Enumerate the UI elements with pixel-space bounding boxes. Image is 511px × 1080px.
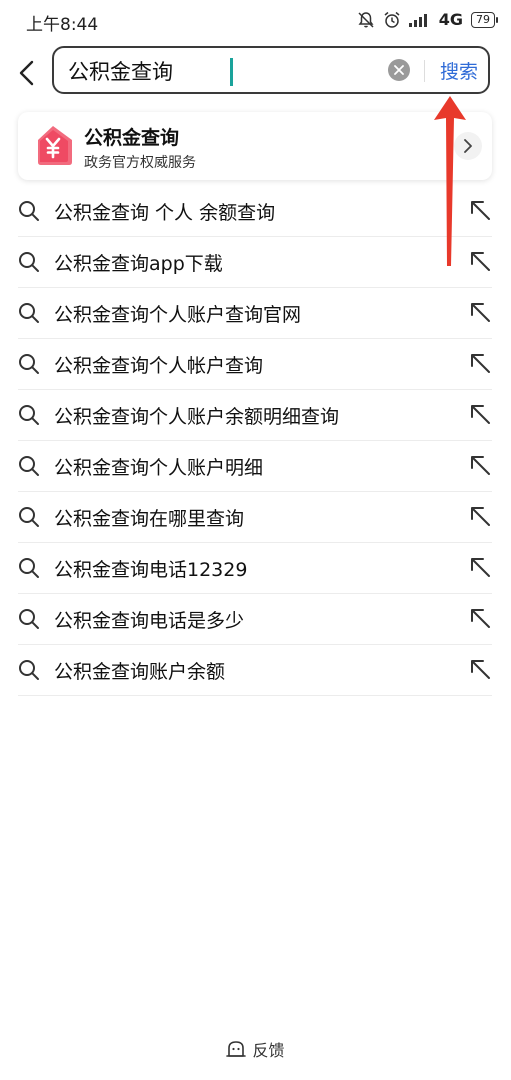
- suggestion-list: 公积金查询 个人 余额查询 公积金查询app下载 公积金查询个人账户查询官网 公…: [18, 186, 492, 696]
- network-type: 4G: [438, 10, 463, 29]
- suggestion-text: 公积金查询app下载: [54, 253, 223, 275]
- search-divider: [424, 60, 425, 82]
- search-icon: [19, 252, 39, 272]
- battery-level: 79: [476, 12, 490, 26]
- suggestion-text: 公积金查询电话12329: [54, 559, 248, 581]
- feedback-label: 反馈: [252, 1041, 285, 1060]
- fill-query-arrow-icon[interactable]: [468, 250, 492, 274]
- fill-query-arrow-icon[interactable]: [468, 607, 492, 631]
- suggestion-item[interactable]: 公积金查询在哪里查询: [18, 492, 492, 543]
- fill-query-arrow-icon[interactable]: [468, 199, 492, 223]
- search-icon: [19, 456, 39, 476]
- suggestion-item[interactable]: 公积金查询个人账户查询官网: [18, 288, 492, 339]
- suggestion-item[interactable]: 公积金查询 个人 余额查询: [18, 186, 492, 237]
- feedback-button[interactable]: 反馈: [0, 1037, 511, 1061]
- search-icon: [19, 354, 39, 374]
- suggestion-item[interactable]: 公积金查询电话12329: [18, 543, 492, 594]
- suggestion-item[interactable]: 公积金查询个人账户余额明细查询: [18, 390, 492, 441]
- clear-button[interactable]: [388, 59, 410, 81]
- suggestion-text: 公积金查询 个人 余额查询: [54, 202, 276, 224]
- search-icon: [19, 609, 39, 629]
- suggestion-item[interactable]: 公积金查询个人账户明细: [18, 441, 492, 492]
- bell-muted-icon: [358, 11, 374, 28]
- status-icons: 4G 79: [357, 10, 498, 29]
- annotation-arrow-icon: [434, 96, 466, 266]
- fill-query-arrow-icon[interactable]: [468, 301, 492, 325]
- search-icon: [19, 303, 39, 323]
- search-input[interactable]: [66, 54, 375, 88]
- fill-query-arrow-icon[interactable]: [468, 454, 492, 478]
- search-button[interactable]: 搜索: [440, 57, 478, 84]
- service-subtitle: 政务官方权威服务: [84, 155, 196, 171]
- suggestion-item[interactable]: 公积金查询个人帐户查询: [18, 339, 492, 390]
- suggestion-item[interactable]: 公积金查询电话是多少: [18, 594, 492, 645]
- suggestion-text: 公积金查询个人账户明细: [54, 457, 264, 479]
- battery-icon: 79: [471, 11, 498, 28]
- status-bar: 上午8:44 4G 79: [0, 0, 511, 40]
- suggestion-text: 公积金查询个人账户查询官网: [54, 304, 302, 326]
- fill-query-arrow-icon[interactable]: [468, 556, 492, 580]
- fill-query-arrow-icon[interactable]: [468, 505, 492, 529]
- search-icon: [19, 558, 39, 578]
- service-card[interactable]: 公积金查询 政务官方权威服务: [18, 112, 492, 180]
- signal-icon: [408, 13, 427, 27]
- close-icon: [394, 65, 404, 75]
- text-caret: [230, 58, 233, 86]
- fill-query-arrow-icon[interactable]: [468, 658, 492, 682]
- suggestion-text: 公积金查询账户余额: [54, 661, 226, 683]
- fill-query-arrow-icon[interactable]: [468, 352, 492, 376]
- alarm-clock-icon: [384, 11, 400, 28]
- status-time: 上午8:44: [26, 15, 99, 35]
- service-title: 公积金查询: [84, 127, 180, 149]
- fill-query-arrow-icon[interactable]: [468, 403, 492, 427]
- suggestion-item[interactable]: 公积金查询app下载: [18, 237, 492, 288]
- suggestion-text: 公积金查询个人账户余额明细查询: [54, 406, 340, 428]
- yuan-house-icon: [38, 126, 72, 165]
- chevron-left-icon: [19, 60, 34, 86]
- suggestion-item[interactable]: 公积金查询账户余额: [18, 645, 492, 696]
- search-box[interactable]: 搜索: [52, 46, 490, 94]
- search-icon: [19, 405, 39, 425]
- suggestion-text: 公积金查询在哪里查询: [54, 508, 245, 530]
- search-icon: [19, 660, 39, 680]
- suggestion-text: 公积金查询个人帐户查询: [54, 355, 264, 377]
- search-icon: [19, 201, 39, 221]
- search-icon: [19, 507, 39, 527]
- suggestion-text: 公积金查询电话是多少: [54, 610, 245, 632]
- feedback-icon: [226, 1041, 247, 1057]
- back-button[interactable]: [12, 58, 42, 88]
